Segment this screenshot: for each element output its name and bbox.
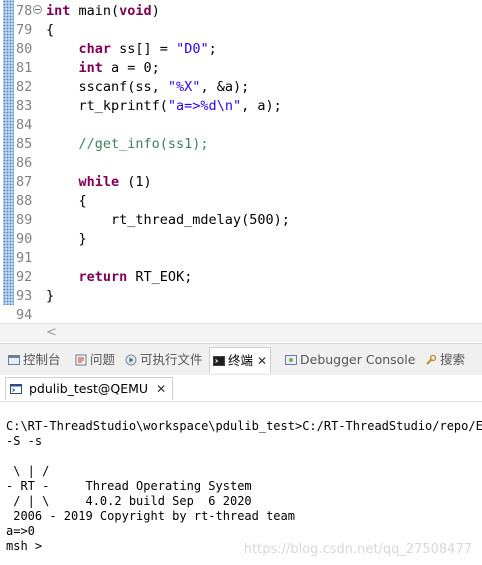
- terminal-line: 2006 - 2019 Copyright by rt-thread team: [6, 509, 295, 523]
- line-number: 92: [16, 269, 33, 285]
- code-line[interactable]: 86: [0, 154, 482, 173]
- line-number: 91: [16, 250, 33, 266]
- terminal-line: / | \ 4.0.2 build Sep 6 2020: [6, 494, 252, 508]
- code-line[interactable]: 81 int a = 0;: [0, 59, 482, 78]
- terminal-output[interactable]: C:\RT-ThreadStudio\workspace\pdulib_test…: [0, 402, 482, 565]
- terminal-line: a=>0: [6, 524, 35, 538]
- code-line[interactable]: 93}: [0, 287, 482, 306]
- code-text: return RT_EOK;: [78, 269, 193, 285]
- terminal-line: C:\RT-ThreadStudio\workspace\pdulib_test…: [6, 419, 482, 433]
- code-line[interactable]: 78 int main(void): [0, 2, 482, 21]
- code-line[interactable]: 79 {: [0, 21, 482, 40]
- scroll-left-icon[interactable]: <: [46, 324, 57, 342]
- bottom-panel-tabbar: 控制台 问题 可执行文件 终端 ✕ Debugger Console 搜索: [0, 343, 482, 376]
- executables-icon: [125, 354, 137, 366]
- search-icon: [426, 354, 437, 365]
- tab-label: 可执行文件: [140, 352, 203, 367]
- line-number: 84: [16, 117, 33, 133]
- line-number: 81: [16, 60, 33, 76]
- code-editor[interactable]: 78 int main(void) 79{80 char ss[] = "D0"; 8…: [0, 0, 482, 342]
- code-line[interactable]: 85 //get_info(ss1);: [0, 135, 482, 154]
- code-line[interactable]: 91: [0, 249, 482, 268]
- code-line[interactable]: 83 rt_kprintf("a=>%d\n", a);: [0, 97, 482, 116]
- terminal-line: -S -s: [6, 434, 43, 448]
- code-text: while (1): [78, 174, 152, 190]
- line-number: 86: [16, 155, 33, 171]
- tab-label: Debugger Console: [300, 352, 416, 367]
- code-line[interactable]: 82 sscanf(ss, "%X", &a);: [0, 78, 482, 97]
- line-number: 90: [16, 231, 33, 247]
- line-number: 93: [16, 288, 33, 304]
- code-text: char ss[] = "D0";: [78, 41, 217, 57]
- tab-label: 问题: [90, 352, 116, 367]
- fold-collapse-icon[interactable]: [33, 5, 42, 14]
- code-line[interactable]: 80 char ss[] = "D0";: [0, 40, 482, 59]
- terminal-icon: [213, 356, 225, 366]
- tab-label: 搜索: [440, 352, 466, 367]
- line-number: 87: [16, 174, 33, 190]
- line-number: 80: [16, 41, 33, 57]
- terminal-session-label: pdulib_test@QEMU: [28, 381, 149, 396]
- line-number: 82: [16, 79, 33, 95]
- code-text: int a = 0;: [78, 60, 160, 76]
- tab-label: 终端: [228, 353, 254, 368]
- close-icon[interactable]: ✕: [257, 354, 267, 368]
- code-line[interactable]: 88 {: [0, 192, 482, 211]
- watermark-url: https://blog.csdn.net/qq_27508477: [243, 542, 472, 557]
- line-number: 88: [16, 193, 33, 209]
- close-icon[interactable]: ✕: [156, 382, 166, 396]
- editor-horizontal-scrollbar[interactable]: <: [0, 323, 482, 342]
- code-line[interactable]: 84: [0, 116, 482, 135]
- terminal-icon: [10, 384, 22, 394]
- tab-terminal[interactable]: 终端 ✕: [209, 347, 272, 373]
- terminal-line: \ | /: [6, 464, 50, 478]
- code-line[interactable]: 90 }: [0, 230, 482, 249]
- code-line[interactable]: 92 return RT_EOK;: [0, 268, 482, 287]
- tab-problems[interactable]: 问题: [75, 349, 115, 370]
- tab-console[interactable]: 控制台: [8, 349, 61, 370]
- debugger-console-icon: [285, 355, 297, 365]
- code-text: rt_thread_mdelay(500);: [46, 212, 290, 228]
- line-number: 85: [16, 136, 33, 152]
- code-text: //get_info(ss1);: [78, 136, 209, 152]
- line-number: 79: [16, 22, 33, 38]
- code-text: int main(void): [46, 3, 160, 19]
- code-text: rt_kprintf("a=>%d\n", a);: [46, 98, 282, 114]
- line-number: 83: [16, 98, 33, 114]
- terminal-header: pdulib_test@QEMU ✕: [0, 375, 482, 402]
- code-text: }: [46, 231, 87, 247]
- tab-debugger-console[interactable]: Debugger Console: [285, 349, 415, 370]
- code-text: sscanf(ss, "%X", &a);: [46, 79, 250, 95]
- tab-label: 控制台: [23, 352, 61, 367]
- code-line[interactable]: 89 rt_thread_mdelay(500);: [0, 211, 482, 230]
- code-text: }: [46, 288, 55, 304]
- console-icon: [8, 355, 20, 365]
- code-line[interactable]: 87 while (1): [0, 173, 482, 192]
- tab-executables[interactable]: 可执行文件: [125, 349, 203, 370]
- problems-icon: [75, 354, 87, 366]
- terminal-line: - RT - Thread Operating System: [6, 479, 252, 493]
- code-text: {: [46, 22, 55, 38]
- code-text: {: [46, 193, 87, 209]
- tab-search[interactable]: 搜索: [425, 349, 465, 370]
- terminal-line: msh >: [6, 539, 43, 553]
- terminal-session-tab[interactable]: pdulib_test@QEMU ✕: [5, 377, 174, 400]
- line-number: 89: [16, 212, 33, 228]
